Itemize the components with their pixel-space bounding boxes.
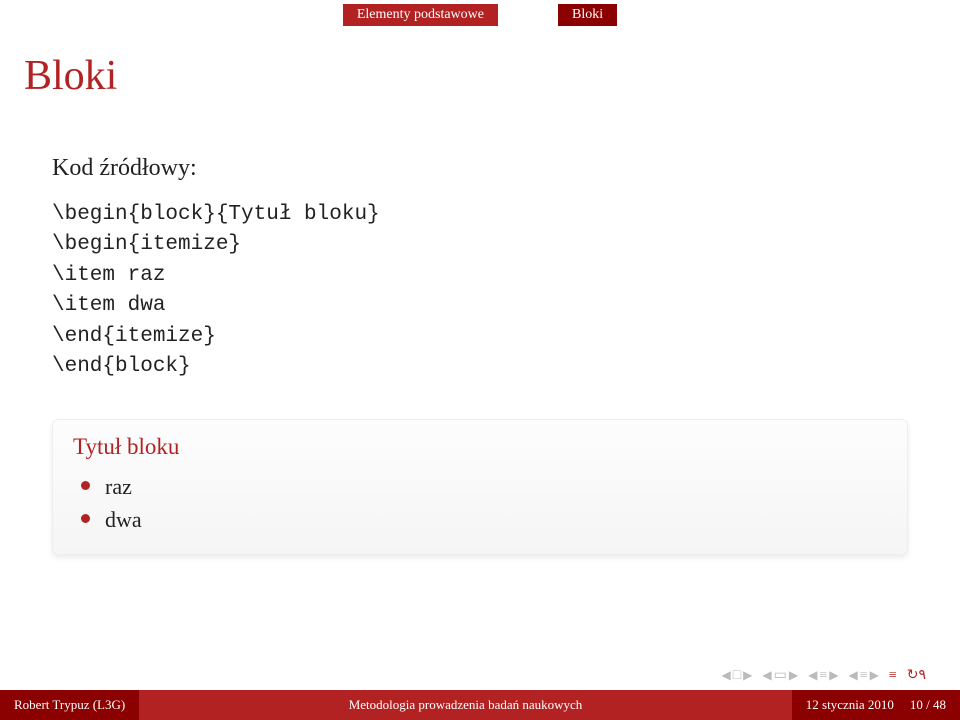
nav-goto-icon[interactable]: ≡ xyxy=(889,668,897,684)
footer-title: Metodologia prowadzenia badań naukowych xyxy=(139,697,792,713)
footer: Robert Trypuz (L3G) Metodologia prowadze… xyxy=(0,690,960,720)
footer-right: 12 stycznia 2010 10 / 48 xyxy=(792,690,960,720)
slide: Elementy podstawowe Bloki Bloki Kod źród… xyxy=(0,0,960,720)
footer-page: 10 / 48 xyxy=(910,697,946,713)
nav-fwd-icon[interactable]: ◀≡▶ xyxy=(848,668,878,684)
source-heading: Kod źródłowy: xyxy=(52,155,908,182)
block-item-list: raz dwa xyxy=(73,470,887,536)
nav-section[interactable]: Elementy podstawowe xyxy=(343,4,498,26)
top-nav: Elementy podstawowe Bloki xyxy=(0,0,960,30)
example-block: Tytuł bloku raz dwa xyxy=(52,419,908,555)
list-item: dwa xyxy=(101,503,887,536)
nav-back-icon[interactable]: ◀≡▶ xyxy=(808,668,838,684)
footer-author: Robert Trypuz (L3G) xyxy=(0,690,139,720)
slide-title: Bloki xyxy=(24,52,117,100)
block-title: Tytuł bloku xyxy=(73,434,887,460)
content-area: Kod źródłowy: \begin{block}{Tytuł bloku}… xyxy=(52,155,908,555)
footer-date: 12 stycznia 2010 xyxy=(806,697,894,713)
nav-refresh-icon[interactable]: ↻۹ xyxy=(907,667,926,684)
nav-subsection[interactable]: Bloki xyxy=(558,4,617,26)
code-block: \begin{block}{Tytuł bloku} \begin{itemiz… xyxy=(52,200,908,383)
nav-first-icon[interactable]: ◀□▶ xyxy=(721,668,752,684)
nav-prev-icon[interactable]: ◀▭▶ xyxy=(762,667,798,684)
list-item: raz xyxy=(101,470,887,503)
nav-controls: ◀□▶ ◀▭▶ ◀≡▶ ◀≡▶ ≡ ↻۹ xyxy=(721,667,926,684)
